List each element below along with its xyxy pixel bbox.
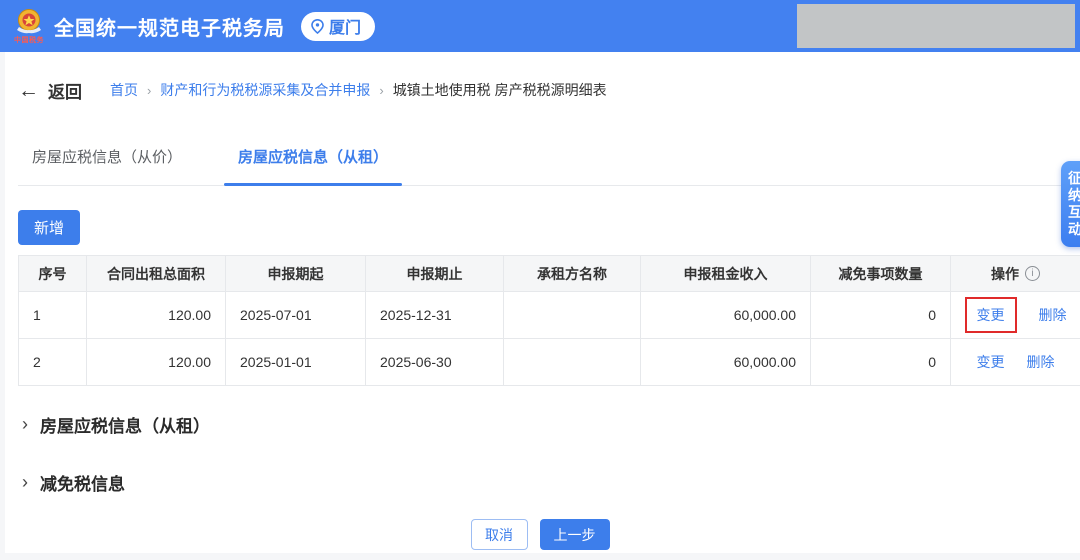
- breadcrumb-separator: ›: [147, 83, 151, 98]
- section-tax-exemption-info[interactable]: › 减免税信息: [22, 470, 1080, 495]
- app-header: 中国税务 全国统一规范电子税务局 厦门: [0, 0, 1080, 52]
- col-contract-rent-area: 合同出租总面积: [87, 256, 226, 292]
- cell-area: 120.00: [87, 292, 226, 339]
- cell-seq: 1: [19, 292, 87, 339]
- chevron-right-icon: ›: [22, 415, 28, 433]
- back-arrow-icon: ←: [18, 80, 39, 101]
- user-info-masked-area: [797, 4, 1075, 48]
- cell-operations: 变更 删除: [951, 339, 1080, 386]
- col-exemption-count: 减免事项数量: [811, 256, 951, 292]
- cell-exemption-count: 0: [811, 292, 951, 339]
- col-lessee-name: 承租方名称: [504, 256, 641, 292]
- cell-lessee: [504, 292, 641, 339]
- location-pin-icon: [311, 19, 324, 34]
- col-seq: 序号: [19, 256, 87, 292]
- breadcrumb-bar: ← 返回 首页 › 财产和行为税税源采集及合并申报 › 城镇土地使用税 房产税税…: [0, 52, 1080, 104]
- delete-link[interactable]: 删除: [1027, 352, 1055, 372]
- table-row: 2 120.00 2025-01-01 2025-06-30 60,000.00…: [19, 339, 1080, 386]
- col-rent-income: 申报租金收入: [641, 256, 811, 292]
- tab-housing-info-rent[interactable]: 房屋应税信息（从租）: [224, 132, 402, 185]
- cell-rent-income: 60,000.00: [641, 339, 811, 386]
- cancel-button[interactable]: 取消: [471, 519, 528, 550]
- table-toolbar: 新增: [18, 210, 1080, 245]
- cell-operations: 变更 删除: [951, 292, 1080, 339]
- previous-step-button[interactable]: 上一步: [540, 519, 610, 550]
- side-tab-label: 征纳互动: [1068, 170, 1080, 238]
- cell-exemption-count: 0: [811, 339, 951, 386]
- location-label: 厦门: [329, 14, 361, 38]
- location-badge[interactable]: 厦门: [301, 12, 375, 41]
- footer-action-bar: 取消 上一步: [0, 519, 1080, 550]
- logo-subtext: 中国税务: [14, 37, 44, 44]
- section-label: 房屋应税信息（从租）: [40, 412, 210, 437]
- tab-bar: 房屋应税信息（从价） 房屋应税信息（从租）: [18, 132, 1062, 186]
- breadcrumb: 首页 › 财产和行为税税源采集及合并申报 › 城镇土地使用税 房产税税源明细表: [110, 80, 607, 100]
- col-period-start: 申报期起: [226, 256, 366, 292]
- add-new-button[interactable]: 新增: [18, 210, 80, 245]
- cell-lessee: [504, 339, 641, 386]
- page-edge-left: [0, 52, 5, 560]
- cell-period-start: 2025-07-01: [226, 292, 366, 339]
- tax-emblem-logo: 中国税务: [14, 8, 44, 44]
- delete-link[interactable]: 删除: [1039, 305, 1067, 325]
- emblem-icon: [14, 8, 44, 36]
- rent-tax-source-table: 序号 合同出租总面积 申报期起 申报期止 承租方名称 申报租金收入 减免事项数量…: [18, 255, 1080, 386]
- breadcrumb-separator: ›: [379, 83, 383, 98]
- col-period-end: 申报期止: [366, 256, 504, 292]
- back-button[interactable]: ← 返回: [18, 78, 82, 103]
- section-label: 减免税信息: [40, 470, 125, 495]
- cell-area: 120.00: [87, 339, 226, 386]
- cell-period-end: 2025-06-30: [366, 339, 504, 386]
- change-link[interactable]: 变更: [977, 307, 1005, 323]
- page-edge-bottom: [0, 553, 1080, 560]
- table-row: 1 120.00 2025-07-01 2025-12-31 60,000.00…: [19, 292, 1080, 339]
- breadcrumb-collection-link[interactable]: 财产和行为税税源采集及合并申报: [160, 80, 370, 100]
- breadcrumb-home-link[interactable]: 首页: [110, 80, 138, 100]
- cell-period-start: 2025-01-01: [226, 339, 366, 386]
- tab-housing-info-ad-valorem[interactable]: 房屋应税信息（从价）: [18, 132, 196, 185]
- cell-rent-income: 60,000.00: [641, 292, 811, 339]
- back-label: 返回: [48, 78, 82, 103]
- col-operations: 操作 i: [951, 256, 1080, 292]
- breadcrumb-current-page: 城镇土地使用税 房产税税源明细表: [393, 80, 607, 100]
- cell-period-end: 2025-12-31: [366, 292, 504, 339]
- chevron-right-icon: ›: [22, 473, 28, 491]
- col-operations-label: 操作: [991, 264, 1019, 284]
- info-icon[interactable]: i: [1025, 266, 1040, 281]
- app-title: 全国统一规范电子税务局: [54, 12, 285, 41]
- table-header-row: 序号 合同出租总面积 申报期起 申报期止 承租方名称 申报租金收入 减免事项数量…: [19, 256, 1080, 292]
- change-link[interactable]: 变更: [977, 352, 1005, 372]
- tax-interaction-side-tab[interactable]: 征纳互动: [1061, 161, 1080, 247]
- section-housing-info-rent[interactable]: › 房屋应税信息（从租）: [22, 412, 1080, 437]
- annotation-highlight-box: 变更: [965, 297, 1017, 333]
- cell-seq: 2: [19, 339, 87, 386]
